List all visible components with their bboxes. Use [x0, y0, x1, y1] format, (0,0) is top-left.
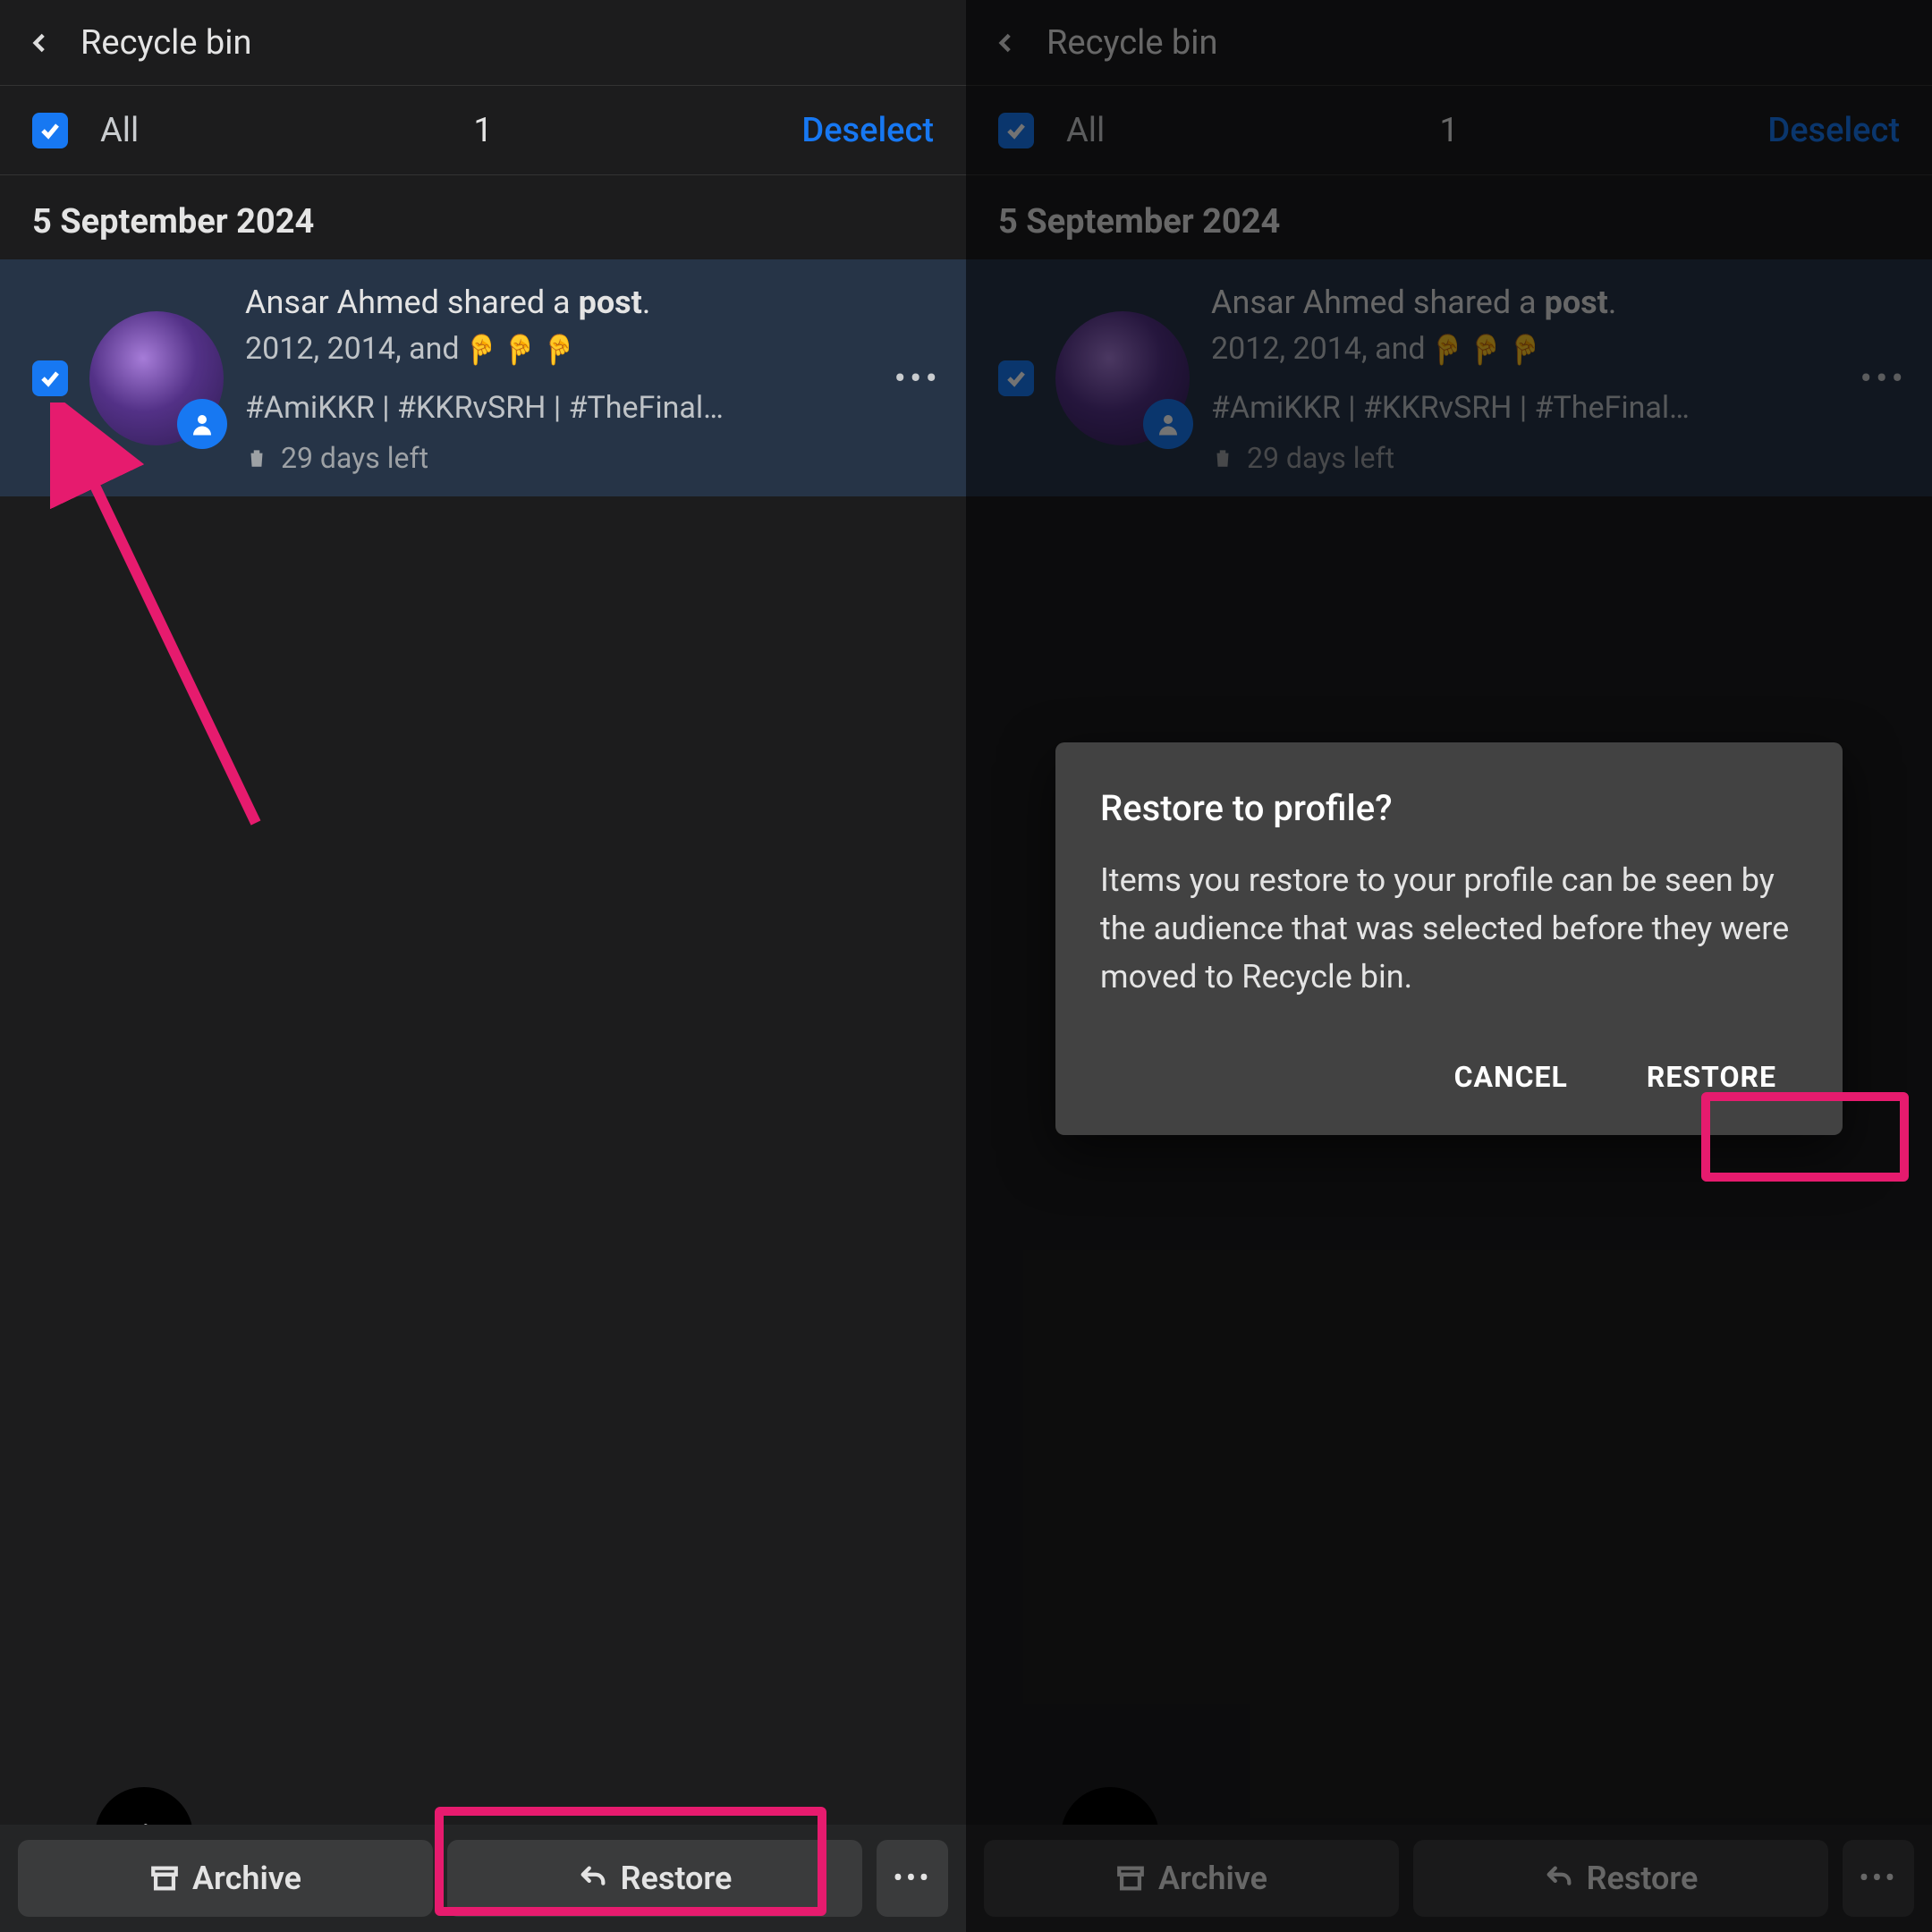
- dialog-body: Items you restore to your profile can be…: [1100, 856, 1798, 1001]
- pointing-down-icon: ☝: [1507, 329, 1543, 369]
- archive-button[interactable]: Archive: [18, 1840, 433, 1917]
- date-header: 5 September 2024: [966, 175, 1932, 259]
- post-more-button[interactable]: •••: [1860, 357, 1908, 399]
- trash-icon: [245, 446, 268, 470]
- restore-button[interactable]: Restore: [1413, 1840, 1828, 1917]
- pointing-down-icon: ☝: [502, 329, 538, 369]
- post-body: Ansar Ahmed shared a post. 2012, 2014, a…: [245, 281, 945, 475]
- screen-left: Recycle bin All 1 Deselect 5 September 2…: [0, 0, 966, 1932]
- header: Recycle bin: [0, 0, 966, 86]
- restore-dialog: Restore to profile? Items you restore to…: [1055, 742, 1843, 1135]
- post-heading: Ansar Ahmed shared a post.: [245, 281, 945, 325]
- back-button[interactable]: [18, 21, 63, 65]
- post-checkbox[interactable]: [998, 360, 1034, 396]
- select-all-checkbox[interactable]: [998, 113, 1034, 148]
- deselect-button[interactable]: Deselect: [801, 111, 934, 150]
- selection-count: 1: [1439, 111, 1458, 150]
- post-avatar: [89, 311, 224, 445]
- page-title: Recycle bin: [1046, 23, 1217, 63]
- select-all-checkbox[interactable]: [32, 113, 68, 148]
- post-body: Ansar Ahmed shared a post. 2012, 2014, a…: [1211, 281, 1911, 475]
- select-all-label: All: [100, 111, 139, 150]
- restore-button[interactable]: Restore: [447, 1840, 862, 1917]
- post-item[interactable]: Ansar Ahmed shared a post. 2012, 2014, a…: [0, 259, 966, 496]
- undo-icon: [578, 1863, 608, 1894]
- post-avatar: [1055, 311, 1190, 445]
- screen-right: Recycle bin All 1 Deselect 5 September 2…: [966, 0, 1932, 1932]
- dialog-actions: CANCEL RESTORE: [1100, 1042, 1798, 1112]
- pointing-down-icon: ☝: [541, 329, 577, 369]
- archive-icon: [149, 1863, 180, 1894]
- post-more-button[interactable]: •••: [894, 357, 942, 399]
- date-header: 5 September 2024: [0, 175, 966, 259]
- archive-button[interactable]: Archive: [984, 1840, 1399, 1917]
- post-heading: Ansar Ahmed shared a post.: [1211, 281, 1911, 325]
- selection-bar: All 1 Deselect: [966, 86, 1932, 175]
- undo-icon: [1544, 1863, 1574, 1894]
- more-button[interactable]: •••: [877, 1840, 948, 1917]
- dialog-cancel-button[interactable]: CANCEL: [1433, 1042, 1589, 1112]
- bottom-bar: Archive Restore •••: [0, 1825, 966, 1932]
- post-subheading: 2012, 2014, and ☝ ☝ ☝: [245, 328, 945, 371]
- pointing-down-icon: ☝: [1429, 329, 1465, 369]
- bottom-bar: Archive Restore •••: [966, 1825, 1932, 1932]
- audience-badge-icon: [1143, 399, 1193, 449]
- selection-bar: All 1 Deselect: [0, 86, 966, 175]
- pointing-down-icon: ☝: [1468, 329, 1504, 369]
- back-button[interactable]: [984, 21, 1029, 65]
- post-hashtags: #AmiKKR | #KKRvSRH | #TheFinal…: [1211, 386, 1911, 430]
- page-title: Recycle bin: [80, 23, 251, 63]
- post-checkbox[interactable]: [32, 360, 68, 396]
- deselect-button[interactable]: Deselect: [1767, 111, 1900, 150]
- dialog-title: Restore to profile?: [1100, 787, 1798, 829]
- dialog-restore-button[interactable]: RESTORE: [1625, 1042, 1798, 1112]
- audience-badge-icon: [177, 399, 227, 449]
- post-time-left: 29 days left: [245, 441, 945, 475]
- post-subheading: 2012, 2014, and ☝ ☝ ☝: [1211, 328, 1911, 371]
- post-hashtags: #AmiKKR | #KKRvSRH | #TheFinal…: [245, 386, 945, 430]
- trash-icon: [1211, 446, 1234, 470]
- selection-count: 1: [473, 111, 492, 150]
- select-all-label: All: [1066, 111, 1105, 150]
- post-time-left: 29 days left: [1211, 441, 1911, 475]
- pointing-down-icon: ☝: [463, 329, 499, 369]
- more-button[interactable]: •••: [1843, 1840, 1914, 1917]
- archive-icon: [1115, 1863, 1146, 1894]
- post-item[interactable]: Ansar Ahmed shared a post. 2012, 2014, a…: [966, 259, 1932, 496]
- header: Recycle bin: [966, 0, 1932, 86]
